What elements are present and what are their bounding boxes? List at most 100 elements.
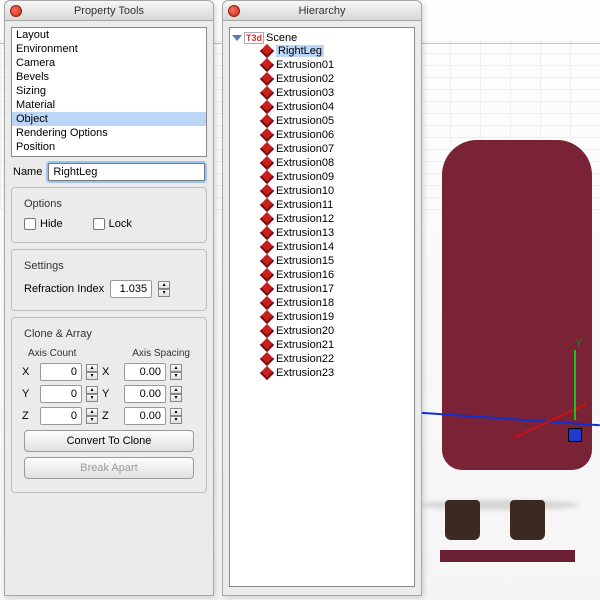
gizmo-y-axis[interactable] [574, 350, 576, 420]
tree-item[interactable]: Extrusion13 [232, 226, 412, 240]
object-icon [260, 352, 274, 366]
axis-count-X[interactable] [40, 363, 82, 381]
category-item[interactable]: Position [12, 140, 206, 154]
axis-count-Z[interactable] [40, 407, 82, 425]
break-apart-button[interactable]: Break Apart [24, 457, 194, 479]
tree-item[interactable]: Extrusion12 [232, 212, 412, 226]
axis-count-stepper-Z[interactable]: ▴▾ [86, 408, 98, 424]
tree-root-label: Scene [266, 32, 297, 44]
category-item[interactable]: Bevels [12, 70, 206, 84]
axis-spacing-stepper-Y[interactable]: ▴▾ [170, 386, 182, 402]
tree-item[interactable]: Extrusion14 [232, 240, 412, 254]
tree-item[interactable]: Extrusion01 [232, 58, 412, 72]
tree-item[interactable]: Extrusion05 [232, 114, 412, 128]
tree-item[interactable]: Extrusion23 [232, 366, 412, 380]
tree-item[interactable]: Extrusion22 [232, 352, 412, 366]
gizmo-handle[interactable] [568, 428, 582, 442]
tree-item-label: Extrusion11 [276, 199, 333, 211]
category-item[interactable]: Environment [12, 42, 206, 56]
object-icon [260, 268, 274, 282]
tree-item-label: Extrusion01 [276, 59, 334, 71]
tree-item[interactable]: Extrusion17 [232, 282, 412, 296]
tree-item[interactable]: Extrusion19 [232, 310, 412, 324]
object-icon [260, 254, 274, 268]
tree-item[interactable]: Extrusion07 [232, 142, 412, 156]
tree-item[interactable]: Extrusion06 [232, 128, 412, 142]
tree-item[interactable]: Extrusion04 [232, 100, 412, 114]
object-icon [260, 226, 274, 240]
tree-item[interactable]: Extrusion10 [232, 184, 412, 198]
scene-object-leg-left[interactable] [445, 500, 480, 540]
disclosure-triangle-icon[interactable] [232, 35, 242, 41]
axis-count-label: Axis Count [28, 348, 76, 359]
tree-item-label: Extrusion18 [276, 297, 334, 309]
axis-count-stepper-X[interactable]: ▴▾ [86, 364, 98, 380]
convert-to-clone-button[interactable]: Convert To Clone [24, 430, 194, 452]
tree-item-label: Extrusion06 [276, 129, 334, 141]
tree-item[interactable]: Extrusion03 [232, 86, 412, 100]
hierarchy-panel: Hierarchy T3d Scene RightLeg Extrusion01 E… [222, 0, 422, 596]
tree-item-label: Extrusion02 [276, 73, 334, 85]
object-icon [260, 58, 274, 72]
axis-spacing-Y[interactable] [124, 385, 166, 403]
axis-spacing-stepper-Z[interactable]: ▴▾ [170, 408, 182, 424]
close-icon[interactable] [10, 5, 22, 17]
axis-spacing-stepper-X[interactable]: ▴▾ [170, 364, 182, 380]
gizmo-y-label: Y [575, 338, 582, 349]
tree-item-label: Extrusion04 [276, 101, 334, 113]
axis-spacing-X[interactable] [124, 363, 166, 381]
property-tools-panel: Property Tools LayoutEnvironmentCameraBe… [4, 0, 214, 596]
tree-item-label: Extrusion22 [276, 353, 334, 365]
axis-spacing-Z[interactable] [124, 407, 166, 425]
scene-object-base[interactable] [440, 550, 575, 562]
axis-label2-Y: Y [102, 388, 120, 400]
category-item[interactable]: Rendering Options [12, 126, 206, 140]
axis-count-stepper-Y[interactable]: ▴▾ [86, 386, 98, 402]
category-item[interactable]: Sizing [12, 84, 206, 98]
lock-checkbox[interactable]: Lock [93, 218, 132, 230]
category-item[interactable]: Scale [12, 154, 206, 157]
tree-item[interactable]: Extrusion15 [232, 254, 412, 268]
tree-item-label: Extrusion13 [276, 227, 334, 239]
tree-item-label: RightLeg [276, 45, 324, 57]
category-list[interactable]: LayoutEnvironmentCameraBevelsSizingMater… [11, 27, 207, 157]
scene-object-leg-right[interactable] [510, 500, 545, 540]
axis-count-Y[interactable] [40, 385, 82, 403]
object-icon [260, 128, 274, 142]
tree-item-label: Extrusion08 [276, 157, 334, 169]
category-item[interactable]: Camera [12, 56, 206, 70]
object-icon [260, 310, 274, 324]
hierarchy-tree[interactable]: T3d Scene RightLeg Extrusion01 Extrusion02… [229, 27, 415, 587]
axis-label2-Z: Z [102, 410, 120, 422]
tree-item[interactable]: Extrusion09 [232, 170, 412, 184]
tree-root[interactable]: T3d Scene [232, 32, 412, 44]
tree-item[interactable]: Extrusion21 [232, 338, 412, 352]
tree-item[interactable]: Extrusion08 [232, 156, 412, 170]
category-item[interactable]: Layout [12, 28, 206, 42]
axis-label2-X: X [102, 366, 120, 378]
name-label: Name [13, 166, 42, 178]
tree-item[interactable]: Extrusion16 [232, 268, 412, 282]
tree-item[interactable]: RightLeg [232, 44, 412, 58]
object-icon [260, 156, 274, 170]
clone-array-title: Clone & Array [20, 328, 96, 340]
property-tools-titlebar[interactable]: Property Tools [5, 1, 213, 21]
refraction-stepper[interactable]: ▴▾ [158, 281, 170, 297]
name-input[interactable] [48, 163, 205, 181]
tree-item[interactable]: Extrusion18 [232, 296, 412, 310]
settings-title: Settings [20, 260, 68, 272]
category-item[interactable]: Material [12, 98, 206, 112]
tree-item[interactable]: Extrusion20 [232, 324, 412, 338]
object-icon [260, 44, 274, 58]
category-item[interactable]: Object [12, 112, 206, 126]
tree-item-label: Extrusion10 [276, 185, 334, 197]
tree-item-label: Extrusion16 [276, 269, 334, 281]
close-icon[interactable] [228, 5, 240, 17]
hide-checkbox[interactable]: Hide [24, 218, 63, 230]
tree-item[interactable]: Extrusion02 [232, 72, 412, 86]
panel-title: Property Tools [74, 5, 144, 17]
hierarchy-titlebar[interactable]: Hierarchy [223, 1, 421, 21]
tree-item[interactable]: Extrusion11 [232, 198, 412, 212]
axis-spacing-label: Axis Spacing [132, 348, 190, 359]
refraction-input[interactable] [110, 280, 152, 298]
